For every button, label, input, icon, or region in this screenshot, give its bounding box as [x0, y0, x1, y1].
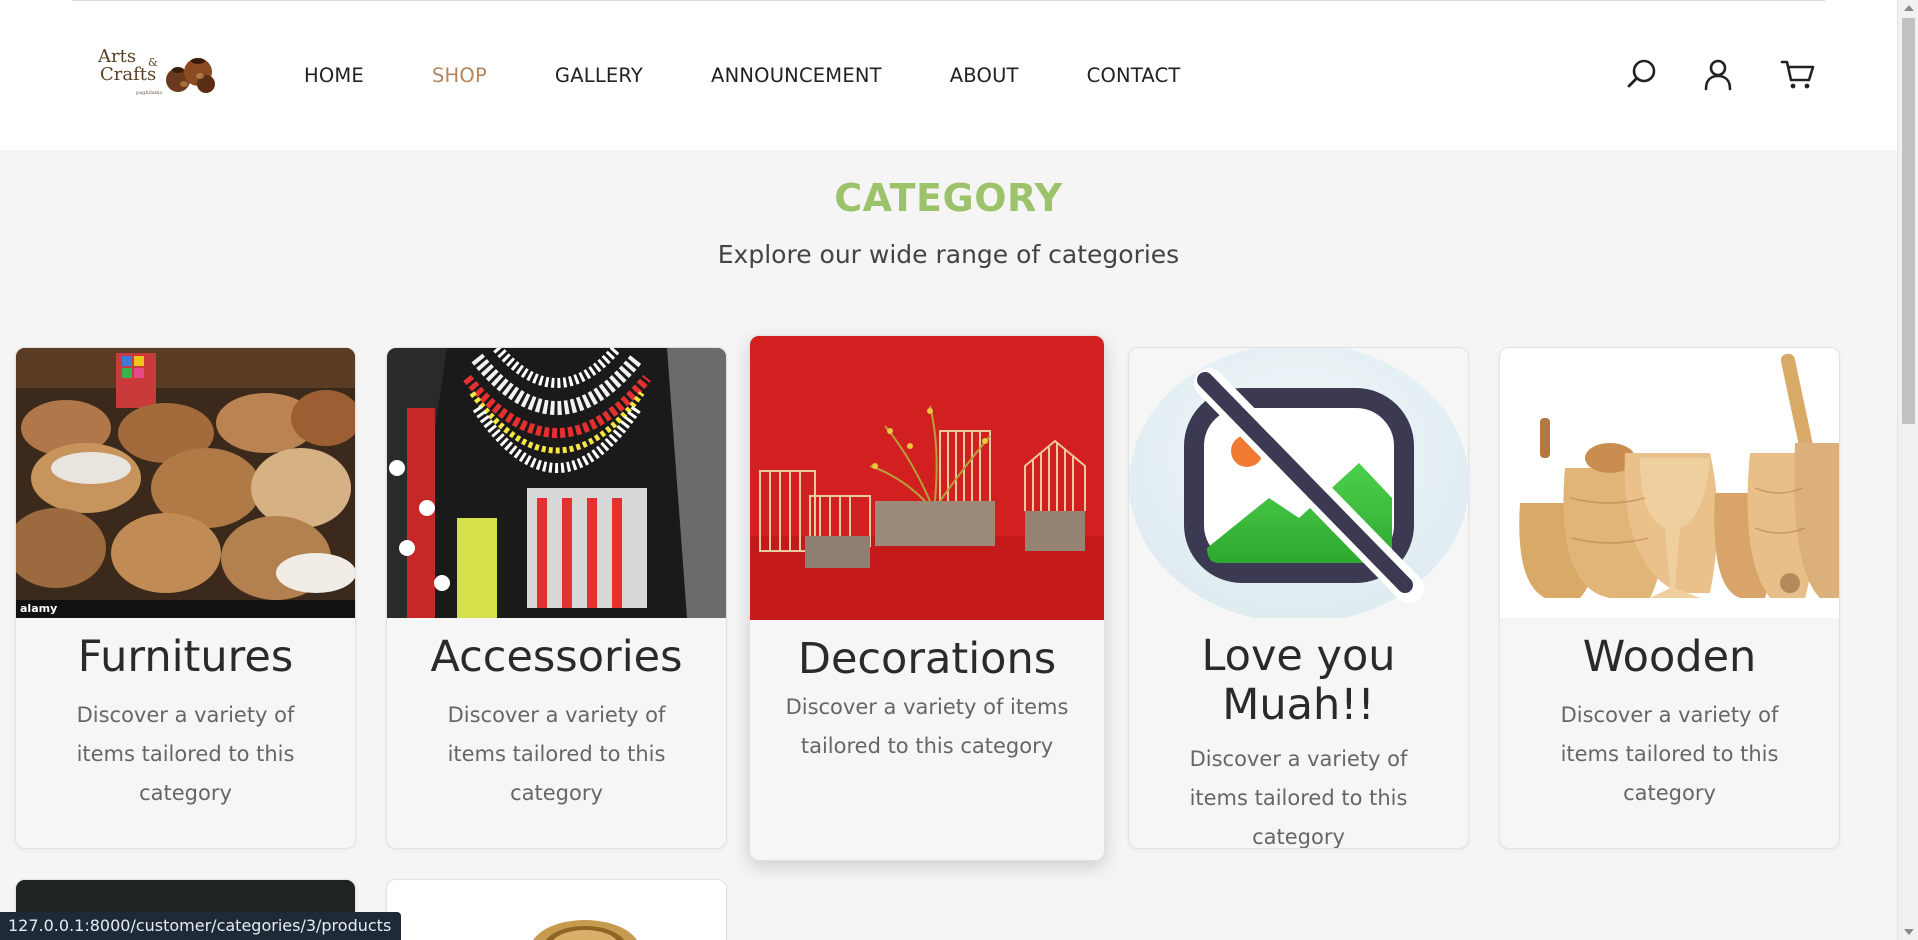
header-divider [72, 0, 1825, 1]
logo-ampersand: & [148, 56, 158, 69]
category-description: Discover a variety of items tailored to … [1189, 747, 1408, 849]
category-image-decorations [750, 336, 1104, 620]
nav-shop[interactable]: SHOP [432, 60, 487, 92]
rattan-decor-photo [750, 336, 1104, 620]
category-description: Discover a variety of items tailored to … [447, 703, 666, 805]
category-card-wooden[interactable]: Wooden Discover a variety of items tailo… [1499, 347, 1840, 849]
wooden-cups-photo [1500, 348, 1839, 618]
category-name: Decorations [797, 634, 1057, 684]
category-image [387, 880, 726, 940]
site-header: Arts Crafts & paghilamo HOME SHOP GALLER… [0, 0, 1897, 150]
category-name: Wooden [1582, 632, 1757, 682]
link-status-bar: 127.0.0.1:8000/customer/categories/3/pro… [0, 912, 402, 940]
scroll-up-arrow-icon[interactable] [1904, 5, 1914, 11]
page-scrollbar[interactable] [1897, 0, 1918, 940]
category-image-wooden [1500, 348, 1839, 618]
category-description: Discover a variety of items tailored to … [785, 695, 1069, 758]
nav-contact[interactable]: CONTACT [1087, 60, 1181, 92]
category-description: Discover a variety of items tailored to … [1560, 703, 1779, 805]
image-watermark: alamy [20, 602, 58, 615]
category-name: Love you Muah!! [1201, 631, 1396, 730]
nav-about[interactable]: ABOUT [950, 60, 1019, 92]
category-image-furnitures: alamy [16, 348, 355, 618]
user-icon[interactable] [1700, 56, 1736, 92]
category-card-decorations[interactable]: Decorations Discover a variety of items … [749, 335, 1105, 861]
category-name: Furnitures [77, 632, 294, 682]
category-description: Discover a variety of items tailored to … [76, 703, 295, 805]
category-name: Accessories [430, 632, 683, 682]
scrollbar-thumb[interactable] [1902, 18, 1915, 424]
main-nav: HOME SHOP GALLERY ANNOUNCEMENT ABOUT CON… [304, 60, 1249, 92]
nav-home[interactable]: HOME [304, 60, 364, 92]
nav-gallery[interactable]: GALLERY [555, 60, 643, 92]
section-title: CATEGORY [834, 176, 1063, 220]
category-card-row2-2[interactable] [386, 879, 727, 940]
beaded-necklace-photo [387, 348, 726, 618]
baskets-photo [16, 348, 355, 618]
search-icon[interactable] [1624, 56, 1660, 92]
logo-subtext: paghilamo [136, 90, 163, 96]
category-image-accessories [387, 348, 726, 618]
category-card-furnitures[interactable]: alamy Furnitures Discover a variety of i… [15, 347, 356, 849]
category-card-accessories[interactable]: Accessories Discover a variety of items … [386, 347, 727, 849]
cart-icon[interactable] [1780, 56, 1816, 92]
section-subtitle: Explore our wide range of categories [717, 240, 1180, 269]
no-image-icon [1129, 348, 1468, 618]
category-image-placeholder [1129, 348, 1468, 618]
nav-announcement[interactable]: ANNOUNCEMENT [711, 60, 882, 92]
scroll-down-arrow-icon[interactable] [1904, 929, 1914, 935]
site-logo[interactable]: Arts Crafts & paghilamo [98, 44, 216, 100]
category-card-love-you-muah[interactable]: Love you Muah!! Discover a variety of it… [1128, 347, 1469, 849]
pottery-logo-icon [166, 58, 215, 93]
